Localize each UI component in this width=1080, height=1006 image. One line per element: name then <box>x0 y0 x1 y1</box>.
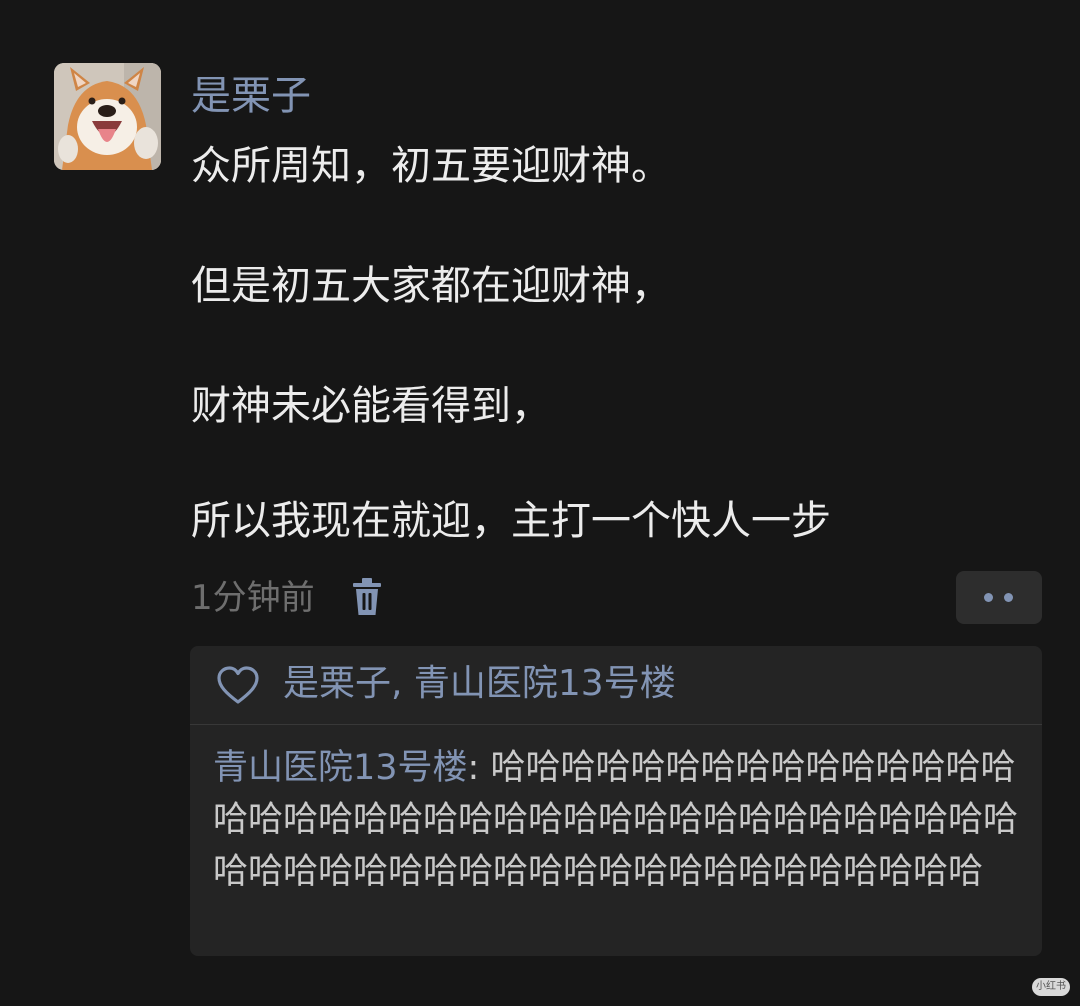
more-dots-icon <box>1004 593 1013 602</box>
more-dots-icon <box>984 593 993 602</box>
username[interactable]: 是栗子 <box>191 70 311 122</box>
likes-names[interactable]: 是栗子, 青山医院13号楼 <box>283 660 676 708</box>
comment-item[interactable]: 青山医院13号楼: 哈哈哈哈哈哈哈哈哈哈哈哈哈哈哈哈哈哈哈哈哈哈哈哈哈哈哈哈哈哈… <box>213 742 1038 898</box>
comment-author[interactable]: 青山医院13号楼 <box>213 748 468 788</box>
shiba-dog-avatar-icon <box>54 63 161 170</box>
post-text-line: 所以我现在就迎，主打一个快人一步 <box>191 498 831 544</box>
avatar[interactable] <box>54 63 161 170</box>
post-text-line: 财神未必能看得到， <box>191 383 551 429</box>
post-timestamp: 1分钟前 <box>191 578 315 618</box>
trash-icon[interactable] <box>350 577 384 617</box>
watermark-badge: 小红书 <box>1032 978 1070 996</box>
more-button[interactable] <box>956 571 1042 624</box>
likes-row: 是栗子, 青山医院13号楼 <box>190 646 1042 725</box>
interaction-panel: 是栗子, 青山医院13号楼 青山医院13号楼: 哈哈哈哈哈哈哈哈哈哈哈哈哈哈哈哈… <box>190 646 1042 956</box>
post-text-line: 众所周知，初五要迎财神。 <box>191 143 671 189</box>
post-text-line: 但是初五大家都在迎财神， <box>191 263 671 309</box>
comment-separator: : <box>467 748 491 788</box>
heart-outline-icon[interactable] <box>216 666 260 706</box>
